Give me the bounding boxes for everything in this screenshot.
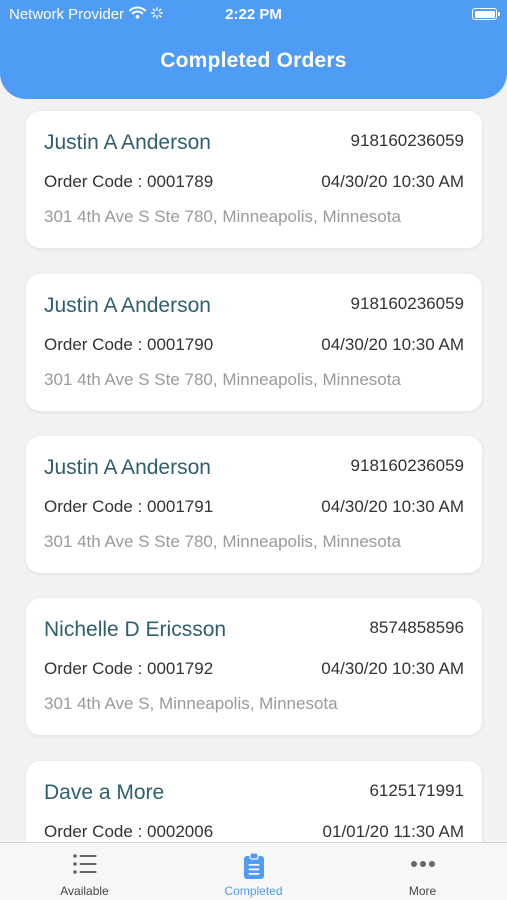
page-title: Completed Orders [160,49,347,72]
clipboard-icon [169,853,338,879]
order-datetime: 04/30/20 10:30 AM [321,172,464,191]
status-bar: Network Provider 2:22 PM [0,0,507,28]
order-card[interactable]: Justin A Anderson 918160236059 Order Cod… [26,111,482,248]
tab-available[interactable]: Available [0,843,169,900]
order-address: 301 4th Ave S Ste 780, Minneapolis, Minn… [44,532,401,551]
order-card[interactable]: Dave a More 6125171991 Order Code : 0002… [26,761,482,842]
order-address: 301 4th Ave S Ste 780, Minneapolis, Minn… [44,370,401,389]
order-code: Order Code : 0001792 [44,659,214,678]
customer-phone: 918160236059 [350,456,464,475]
order-address: 301 4th Ave S Ste 780, Minneapolis, Minn… [44,207,401,226]
header-bar: Network Provider 2:22 PM Completed Order… [0,0,507,99]
tab-completed[interactable]: Completed [169,843,338,900]
status-time: 2:22 PM [225,6,282,23]
tab-bar: Available Completed More [0,842,507,900]
customer-name: Justin A Anderson [44,131,211,154]
order-code: Order Code : 0001789 [44,172,214,191]
order-card[interactable]: Nichelle D Ericsson 8574858596 Order Cod… [26,598,482,735]
customer-phone: 918160236059 [350,294,464,313]
order-datetime: 04/30/20 10:30 AM [321,335,464,354]
customer-phone: 6125171991 [369,781,464,800]
order-datetime: 01/01/20 11:30 AM [322,822,464,841]
more-dots-icon [338,853,507,879]
order-code: Order Code : 0001790 [44,335,214,354]
order-card[interactable]: Justin A Anderson 918160236059 Order Cod… [26,436,482,573]
battery-icon [472,8,500,20]
tab-completed-label: Completed [224,884,283,898]
order-code: Order Code : 0001791 [44,497,214,516]
tab-more-label: More [408,884,437,898]
customer-phone: 8574858596 [369,618,464,637]
order-datetime: 04/30/20 10:30 AM [321,497,464,516]
tab-more[interactable]: More [338,843,507,900]
customer-phone: 918160236059 [350,131,464,150]
customer-name: Justin A Anderson [44,294,211,317]
customer-name: Justin A Anderson [44,456,211,479]
order-datetime: 04/30/20 10:30 AM [321,659,464,678]
order-address: 301 4th Ave S, Minneapolis, Minnesota [44,694,338,713]
orders-list[interactable]: Justin A Anderson 918160236059 Order Cod… [0,99,507,842]
order-code: Order Code : 0002006 [44,822,214,841]
list-icon [0,853,169,879]
customer-name: Nichelle D Ericsson [44,618,227,641]
order-card[interactable]: Justin A Anderson 918160236059 Order Cod… [26,274,482,411]
customer-name: Dave a More [44,781,165,804]
tab-available-label: Available [60,884,109,898]
